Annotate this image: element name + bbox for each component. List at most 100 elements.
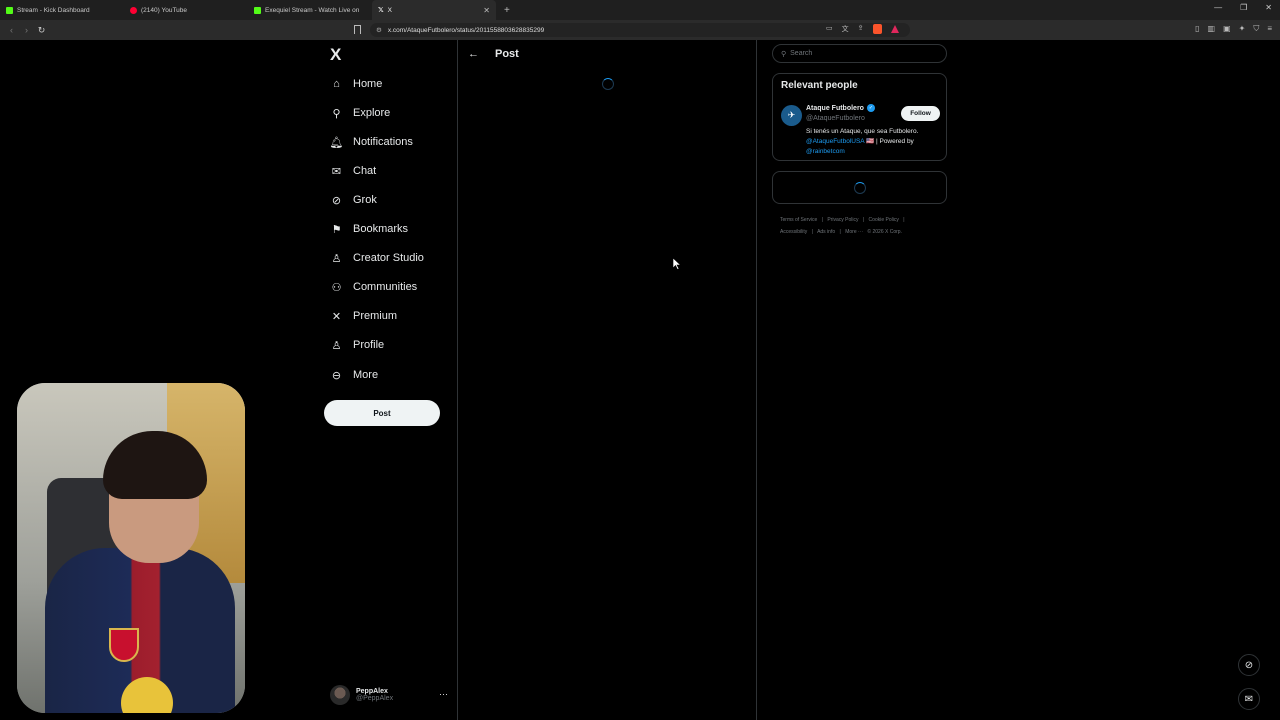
sidebar-item-grok[interactable]: ⊘ Grok xyxy=(330,191,377,209)
footer-link[interactable]: Terms of Service xyxy=(780,217,817,223)
bell-icon: 🔔︎ xyxy=(329,136,344,149)
sidebar-item-bookmarks[interactable]: ⚑ Bookmarks xyxy=(330,220,408,238)
grok-icon: ⊘ xyxy=(331,194,342,207)
menu-icon[interactable]: ≡ xyxy=(1267,24,1272,34)
new-tab-button[interactable]: + xyxy=(504,5,510,16)
account-switcher[interactable]: PeppAlex @PeppAlex ··· xyxy=(330,685,448,705)
sidebar-item-label: Bookmarks xyxy=(353,223,409,235)
site-info-icon[interactable]: ⚙︎ xyxy=(376,26,382,34)
verified-badge-icon: ✓ xyxy=(866,104,875,112)
person-name-row[interactable]: Ataque Futbolero ✓ xyxy=(806,104,875,112)
tab-kick-dashboard[interactable]: Stream - Kick Dashboard xyxy=(0,0,124,20)
account-handle: @PeppAlex xyxy=(356,695,394,702)
browser-toolbar: ‹ › ↻ ⚙︎ x.com/AtaqueFutbolero/status/20… xyxy=(0,20,1280,40)
sidebar-item-creator-studio[interactable]: ♙ Creator Studio xyxy=(330,249,424,267)
trends-loading-card xyxy=(772,171,947,204)
restore-icon[interactable]: ❐ xyxy=(1240,3,1247,12)
sidebar-item-home[interactable]: ⌂ Home xyxy=(330,75,382,93)
back-arrow-icon[interactable]: ← xyxy=(468,48,479,60)
minimize-icon[interactable]: — xyxy=(1214,3,1222,12)
sidebar-item-label: Premium xyxy=(353,310,398,322)
follow-button[interactable]: Follow xyxy=(901,106,940,121)
sidebar-item-notifications[interactable]: 🔔︎ Notifications xyxy=(330,133,413,151)
kick-favicon-icon xyxy=(6,6,13,14)
forward-icon[interactable]: › xyxy=(19,25,34,35)
more-icon: ⊖ xyxy=(331,369,342,382)
close-tab-icon[interactable]: ✕ xyxy=(483,6,490,15)
sidebar-item-label: More xyxy=(353,369,379,381)
mouse-cursor-icon xyxy=(673,258,681,270)
reader-icon[interactable]: ▥ xyxy=(1208,24,1216,34)
sidebar-item-communities[interactable]: ⚇ Communities xyxy=(330,278,418,296)
wallet-icon[interactable]: ▣ xyxy=(1223,24,1231,34)
person-name: Ataque Futbolero xyxy=(806,104,864,112)
sidebar-item-explore[interactable]: ⚲ Explore xyxy=(330,104,390,122)
main-header: ← Post xyxy=(468,48,519,60)
person-handle[interactable]: @AtaqueFutbolero xyxy=(806,115,865,122)
sidebar-item-more[interactable]: ⊖ More xyxy=(330,366,378,384)
tab-youtube[interactable]: (2140) YouTube xyxy=(124,0,248,20)
translate-icon[interactable]: 文 xyxy=(842,24,849,34)
person-avatar[interactable]: ✈ xyxy=(781,105,802,126)
mail-icon: ✉ xyxy=(1244,693,1254,705)
tab-label: (2140) YouTube xyxy=(141,6,188,14)
x-favicon-icon: 𝕏 xyxy=(378,7,384,14)
footer-link[interactable]: Cookie Policy xyxy=(869,217,899,223)
url-text: x.com/AtaqueFutbolero/status/20115588036… xyxy=(387,26,545,34)
extensions-icon[interactable]: ✦ xyxy=(1239,24,1246,34)
post-button[interactable]: Post xyxy=(324,400,440,426)
tab-label: Exequiel Stream - Watch Live on xyxy=(265,6,360,14)
webcam-overlay xyxy=(17,383,245,713)
sidebar-item-premium[interactable]: ✕ Premium xyxy=(330,307,397,325)
more-options-icon[interactable]: ··· xyxy=(439,689,448,699)
cast-icon[interactable]: ▭ xyxy=(826,24,833,34)
share-icon[interactable]: ⇪ xyxy=(858,24,864,34)
browser-extensions: ▯ ▥ ▣ ✦ ⛉ ≡ xyxy=(1195,24,1272,34)
grok-floating-button[interactable]: ⊘ xyxy=(1238,654,1260,676)
sidebar-item-chat[interactable]: ✉ Chat xyxy=(330,162,376,180)
sidebar-item-label: Notifications xyxy=(353,136,413,148)
sidebar-item-label: Chat xyxy=(353,165,377,177)
bio-mention-link[interactable]: @rainbetcom xyxy=(806,148,845,155)
relevant-people-title: Relevant people xyxy=(781,80,858,91)
search-input[interactable]: ⚲ Search xyxy=(772,44,947,63)
bio-text: 🇺🇸 | Powered by xyxy=(864,138,914,145)
bio-text: Si tenés un Ataque, que sea Futbolero. xyxy=(806,128,919,135)
bookmark-page-icon[interactable] xyxy=(354,25,361,34)
loading-spinner-icon xyxy=(602,78,614,90)
tab-label: X xyxy=(387,6,392,14)
close-window-icon[interactable]: ✕ xyxy=(1265,3,1272,12)
bio-mention-link[interactable]: @AtaqueFutbolUSA xyxy=(806,138,864,145)
kick-favicon-icon xyxy=(254,6,261,14)
vpn-icon[interactable]: ⛉ xyxy=(1253,24,1259,34)
page-title: Post xyxy=(495,48,519,60)
footer-link[interactable]: Accessibility xyxy=(780,229,807,235)
footer-separator: | xyxy=(903,217,905,223)
person-bio: Si tenés un Ataque, que sea Futbolero. @… xyxy=(806,127,944,157)
footer-link[interactable]: Privacy Policy xyxy=(827,217,858,223)
account-name: PeppAlex xyxy=(356,688,388,695)
sidebar-toggle-icon[interactable]: ▯ xyxy=(1195,24,1199,34)
footer-link[interactable]: More ··· xyxy=(845,229,863,235)
footer-separator: | xyxy=(862,217,865,223)
browser-tab-bar: Stream - Kick Dashboard (2140) YouTube E… xyxy=(0,0,1280,20)
reload-icon[interactable]: ↻ xyxy=(34,25,49,36)
mail-icon: ✉ xyxy=(331,165,342,178)
brave-shields-icon[interactable] xyxy=(872,24,882,34)
sidebar-item-label: Explore xyxy=(353,107,391,119)
messages-floating-button[interactable]: ✉ xyxy=(1238,688,1260,710)
brave-rewards-icon[interactable] xyxy=(890,25,899,33)
communities-icon: ⚇ xyxy=(331,281,342,294)
loading-spinner-icon xyxy=(854,182,866,194)
copyright: © 2026 X Corp. xyxy=(867,229,902,235)
sidebar-item-profile[interactable]: ♙ Profile xyxy=(330,336,385,354)
back-icon[interactable]: ‹ xyxy=(4,25,19,35)
creator-icon: ♙ xyxy=(331,252,342,265)
x-logo[interactable]: X xyxy=(330,45,341,65)
footer-separator: | xyxy=(839,229,841,235)
tab-label: Stream - Kick Dashboard xyxy=(17,6,90,14)
tab-kick-stream[interactable]: Exequiel Stream - Watch Live on xyxy=(248,0,372,20)
tab-x[interactable]: 𝕏 X ✕ xyxy=(372,0,496,20)
footer-link[interactable]: Ads info xyxy=(817,229,835,235)
sidebar-item-label: Grok xyxy=(353,194,377,206)
